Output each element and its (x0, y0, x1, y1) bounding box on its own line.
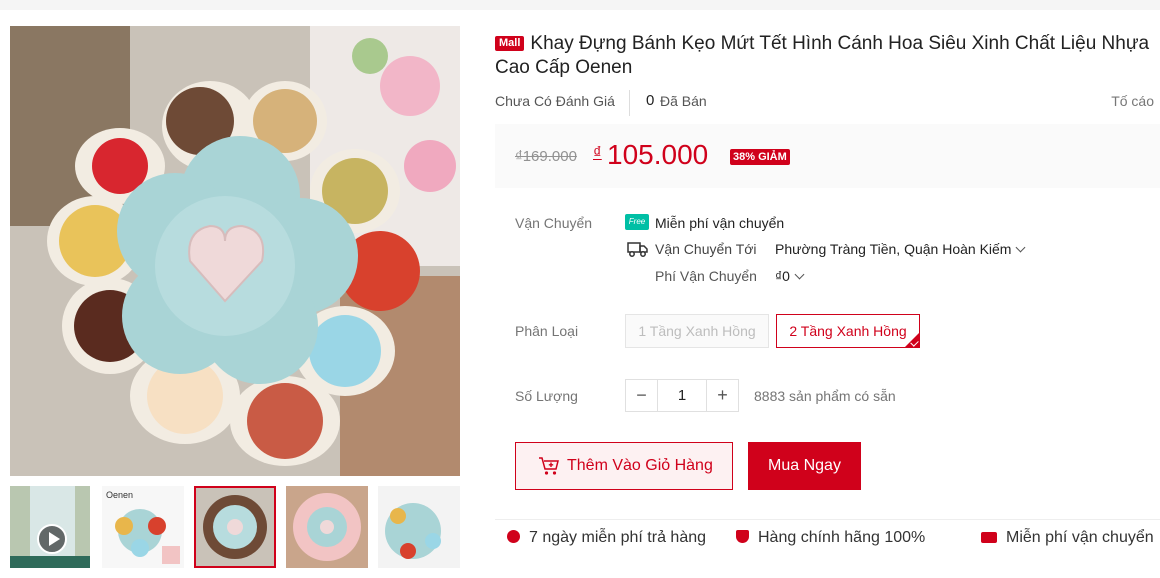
thumbnail-2[interactable]: Oenen (102, 486, 184, 568)
guarantee-authentic: Hàng chính hãng 100% (736, 529, 925, 547)
guarantee-free-shipping: Miễn phí vận chuyển (981, 529, 1154, 547)
current-price: 105.000 (607, 139, 709, 170)
chevron-down-icon (794, 269, 805, 280)
thumbnail-4[interactable] (286, 486, 368, 568)
cart-plus-icon (539, 457, 559, 475)
shipping-label: Vận Chuyển (515, 215, 593, 231)
shipping-fee-dropdown[interactable]: ₫0 (775, 268, 805, 284)
thumbnail-strip: Oenen (10, 486, 460, 568)
free-shipping-icon: Free (625, 214, 649, 230)
report-link[interactable]: Tố cáo (1111, 93, 1154, 109)
buy-now-button[interactable]: Mua Ngay (748, 442, 861, 490)
discount-badge: 38% GIẢM (730, 149, 790, 165)
currency-symbol: ₫ (593, 143, 602, 162)
decrease-quantity-button[interactable]: − (626, 380, 658, 411)
video-thumbnail[interactable] (10, 486, 90, 568)
shield-icon (736, 530, 749, 543)
add-to-cart-label: Thêm Vào Giỏ Hàng (567, 457, 713, 474)
truck-icon (627, 242, 648, 257)
variation-label: Phân Loại (515, 323, 579, 339)
divider (495, 519, 1160, 520)
sold-label: Đã Bán (660, 93, 707, 109)
quantity-label: Số Lượng (515, 388, 578, 404)
product-info: Mall Khay Đựng Bánh Kẹo Mứt Tết Hình Cánh… (495, 0, 1160, 578)
free-shipping-text: Miễn phí vận chuyển (655, 215, 785, 231)
main-product-image[interactable] (10, 26, 460, 476)
divider (629, 90, 630, 116)
rating-row: Chưa Có Đánh Giá 0 Đã Bán Tố cáo (495, 90, 1160, 116)
stock-text: 8883 sản phẩm có sẵn (754, 388, 896, 404)
return-icon (507, 530, 520, 543)
guarantee-authentic-text: Hàng chính hãng 100% (758, 529, 926, 546)
mall-badge: Mall (495, 36, 525, 51)
ship-to-label: Vận Chuyển Tới (655, 241, 757, 257)
no-rating-text[interactable]: Chưa Có Đánh Giá (495, 93, 615, 109)
price-box: ₫169.000 ₫ 105.000 38% GIẢM (495, 124, 1160, 188)
original-price: ₫169.000 (515, 148, 577, 165)
guarantee-return: 7 ngày miễn phí trả hàng (507, 529, 706, 547)
thumbnail-5[interactable] (378, 486, 460, 568)
variation-option-1: 1 Tầng Xanh Hồng (625, 314, 769, 348)
guarantee-return-text: 7 ngày miễn phí trả hàng (529, 529, 707, 546)
increase-quantity-button[interactable]: + (706, 380, 738, 411)
quantity-stepper: − 1 + (625, 379, 739, 412)
add-to-cart-button[interactable]: Thêm Vào Giỏ Hàng (515, 442, 733, 490)
selected-check-icon (905, 333, 919, 347)
shipping-fee-label: Phí Vận Chuyển (655, 268, 757, 284)
quantity-input[interactable]: 1 (658, 380, 706, 411)
ship-to-value: Phường Tràng Tiền, Quận Hoàn Kiếm (775, 241, 1012, 257)
product-title-text: Khay Đựng Bánh Kẹo Mứt Tết Hình Cánh Hoa… (495, 33, 1150, 78)
ship-to-location[interactable]: Phường Tràng Tiền, Quận Hoàn Kiếm (775, 241, 1026, 257)
play-icon (37, 524, 67, 554)
chevron-down-icon (1016, 242, 1026, 253)
guarantee-free-shipping-text: Miễn phí vận chuyển (1006, 529, 1154, 546)
variation-option-2[interactable]: 2 Tầng Xanh Hồng (776, 314, 920, 348)
sold-count: 0 (646, 92, 655, 109)
truck-icon (981, 532, 997, 543)
shipping-fee-value: ₫0 (775, 268, 790, 284)
thumbnail-3-selected[interactable] (194, 486, 276, 568)
thumbnail-brand-text: Oenen (106, 490, 133, 500)
product-title: Mall Khay Đựng Bánh Kẹo Mứt Tết Hình Cánh… (495, 32, 1160, 80)
variation-option-2-label: 2 Tầng Xanh Hồng (789, 323, 907, 339)
